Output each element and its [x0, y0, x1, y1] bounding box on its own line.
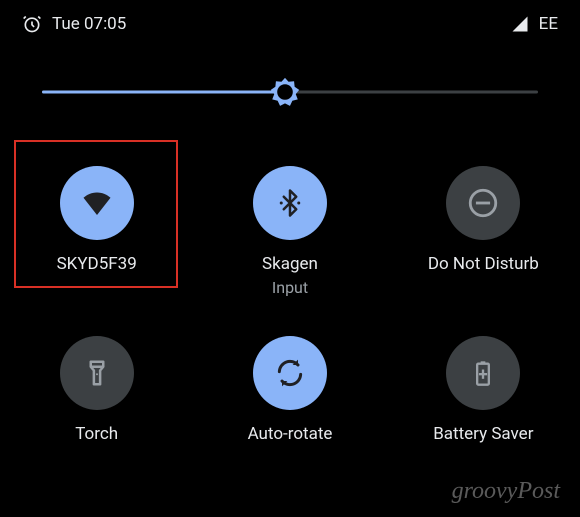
- battery-saver-icon: [469, 359, 497, 387]
- bluetooth-icon: [275, 188, 305, 218]
- brightness-icon: [268, 75, 302, 109]
- quick-settings-tiles: SKYD5F39 Skagen Input Do Not Disturb Torch Au…: [0, 136, 580, 496]
- dnd-label: Do Not Disturb: [428, 254, 539, 274]
- brightness-thumb[interactable]: [268, 75, 302, 109]
- bluetooth-sublabel: Input: [272, 278, 308, 297]
- battery-label: Battery Saver: [433, 424, 533, 444]
- tile-bluetooth: Skagen Input: [193, 156, 386, 326]
- status-day-time: Tue 07:05: [52, 14, 126, 34]
- bluetooth-label: Skagen: [262, 254, 318, 274]
- signal-icon: [511, 15, 529, 33]
- autorotate-label: Auto-rotate: [248, 424, 333, 444]
- tile-dnd: Do Not Disturb: [387, 156, 580, 326]
- wifi-toggle[interactable]: [60, 166, 134, 240]
- dnd-icon: [466, 186, 500, 220]
- torch-toggle[interactable]: [60, 336, 134, 410]
- torch-label: Torch: [75, 424, 118, 444]
- wifi-icon: [79, 185, 115, 221]
- bluetooth-toggle[interactable]: [253, 166, 327, 240]
- brightness-slider[interactable]: [42, 72, 538, 112]
- status-bar: Tue 07:05 EE: [0, 0, 580, 40]
- tile-wifi: SKYD5F39: [0, 156, 193, 326]
- carrier-label: EE: [539, 14, 558, 34]
- battery-toggle[interactable]: [446, 336, 520, 410]
- brightness-fill: [42, 91, 285, 94]
- tile-torch: Torch: [0, 326, 193, 496]
- autorotate-icon: [274, 357, 306, 389]
- wifi-label: SKYD5F39: [57, 254, 137, 274]
- alarm-icon: [22, 14, 42, 34]
- tile-autorotate: Auto-rotate: [193, 326, 386, 496]
- autorotate-toggle[interactable]: [253, 336, 327, 410]
- torch-icon: [82, 358, 112, 388]
- dnd-toggle[interactable]: [446, 166, 520, 240]
- tile-battery: Battery Saver: [387, 326, 580, 496]
